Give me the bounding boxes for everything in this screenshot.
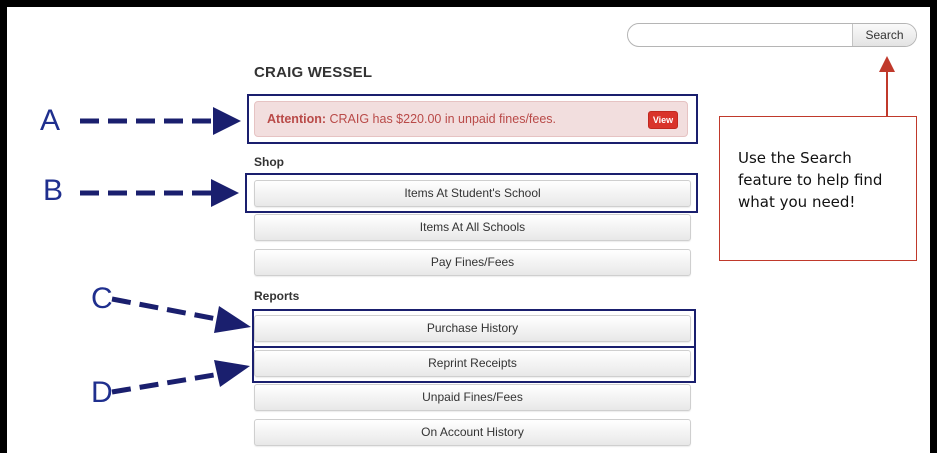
arrow-d — [111, 360, 250, 395]
search-tip-callout: Use the Search feature to help find what… — [719, 116, 917, 261]
arrow-a — [80, 107, 241, 135]
search-tip-text: Use the Search feature to help find what… — [738, 149, 883, 211]
arrow-c — [111, 296, 251, 333]
arrow-b — [80, 179, 239, 207]
search-pointer-arrow — [879, 56, 895, 116]
